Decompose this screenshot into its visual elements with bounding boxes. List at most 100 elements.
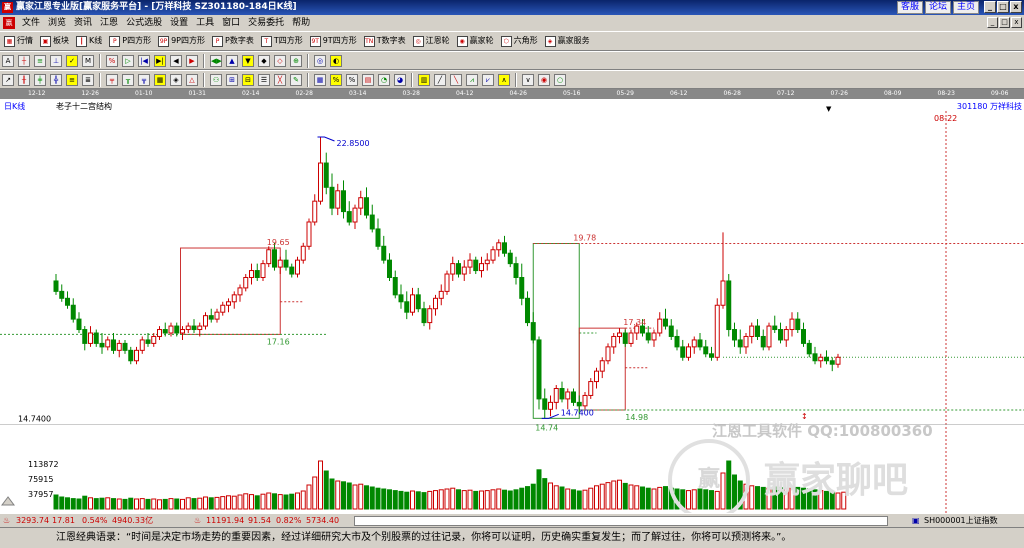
link-forum[interactable]: 论坛 <box>924 1 951 14</box>
link-home[interactable]: 主页 <box>952 1 979 14</box>
link-service[interactable]: 客服 <box>896 1 923 14</box>
nav-tool-1-icon[interactable]: ┼ <box>18 54 30 67</box>
draw-tool-31-icon[interactable]: ◉ <box>538 73 550 86</box>
draw-tool-0-icon[interactable]: ↗ <box>2 73 14 86</box>
nav-tool-9-icon[interactable]: ▶| <box>154 54 166 67</box>
nav-tool-14-icon[interactable]: ▼ <box>242 54 254 67</box>
draw-tool-25-icon[interactable]: ╱ <box>434 73 446 86</box>
draw-tool-23-icon[interactable]: ◕ <box>394 73 406 86</box>
draw-tool-17-icon[interactable]: ✎ <box>290 73 302 86</box>
draw-tool-20-icon[interactable]: % <box>346 73 358 86</box>
draw-tool-9-icon[interactable]: ▦ <box>154 73 166 86</box>
draw-tool-28-icon[interactable]: ⩗ <box>482 73 494 86</box>
nav-tool-18-icon[interactable]: ◎ <box>314 54 326 67</box>
draw-tool-21-icon[interactable]: ▤ <box>362 73 374 86</box>
candle-body <box>306 221 312 247</box>
draw-tool-11-icon[interactable]: △ <box>186 73 198 86</box>
draw-tool-15-icon[interactable]: ☰ <box>258 73 270 86</box>
range-box-1 <box>180 247 281 335</box>
draw-tool-2-icon[interactable]: ╪ <box>34 73 46 86</box>
nav-tool-6-icon[interactable]: % <box>106 54 118 67</box>
nav-tool-7-icon[interactable]: ▷ <box>122 54 134 67</box>
nav-tool-2-icon[interactable]: ≡ <box>34 54 46 67</box>
draw-tool-19-icon[interactable]: % <box>330 73 342 86</box>
draw-tool-7-icon[interactable]: ╥ <box>122 73 134 86</box>
mdi-close-button[interactable]: x <box>1011 17 1022 28</box>
draw-tool-1-icon[interactable]: ╫ <box>18 73 30 86</box>
draw-tool-32-icon[interactable]: ○ <box>554 73 566 86</box>
nav-tool-3-icon[interactable]: ⊥ <box>50 54 62 67</box>
9t-square-button[interactable]: 9T 9T四方形 <box>309 33 357 49</box>
menu-browse[interactable]: 浏览 <box>44 15 70 31</box>
p-square-button[interactable]: P P四方形 <box>109 33 151 49</box>
nav-tool-17-icon[interactable]: ⊕ <box>290 54 302 67</box>
gann-wheel-button[interactable]: ◎ 江恩轮 <box>412 33 450 49</box>
nav-tool-16-icon[interactable]: ◇ <box>274 54 286 67</box>
9p-square-button[interactable]: 9P 9P四方形 <box>158 33 205 49</box>
draw-tool-12-icon[interactable]: ⚇ <box>210 73 222 86</box>
nav-tool-10-icon[interactable]: ◀ <box>170 54 182 67</box>
draw-tool-5-icon[interactable]: ≣ <box>82 73 94 86</box>
candle-body <box>433 297 438 310</box>
hexagon-button[interactable]: ⬡ 六角形 <box>500 33 538 49</box>
draw-tool-29-icon[interactable]: ∧ <box>498 73 510 86</box>
nav-tool-8-icon[interactable]: |◀ <box>138 54 150 67</box>
toolbar-separator <box>411 72 413 87</box>
draw-tool-26-icon[interactable]: ╲ <box>450 73 462 86</box>
sh-pct: 0.54% <box>82 516 108 525</box>
mdi-minimize-button[interactable]: _ <box>987 17 998 28</box>
nav-tool-5-icon[interactable]: M <box>82 54 94 67</box>
kline-button[interactable]: ┃ K线 <box>76 33 102 49</box>
nav-tool-19-icon[interactable]: ◐ <box>330 54 342 67</box>
minimize-button[interactable]: _ <box>984 1 996 13</box>
menu-formula[interactable]: 公式选股 <box>122 15 166 31</box>
quotes-button[interactable]: ▦ 行情 <box>4 33 33 49</box>
status-scroll[interactable] <box>354 516 888 526</box>
volume-bar <box>254 495 260 510</box>
menu-gann[interactable]: 江恩 <box>96 15 122 31</box>
chart-area[interactable]: 12-12 12-26 01-10 01-31 02-14 02-28 03-14 03-28… <box>0 89 1024 513</box>
draw-tool-24-icon[interactable]: ▥ <box>418 73 430 86</box>
candle-body <box>341 190 346 213</box>
candle-body <box>139 339 145 351</box>
draw-tool-18-icon[interactable]: ▦ <box>314 73 326 86</box>
nav-tool-4-icon[interactable]: ✓ <box>66 54 78 67</box>
menu-window[interactable]: 窗口 <box>218 15 244 31</box>
draw-tool-4-icon[interactable]: ≡ <box>66 73 78 86</box>
draw-tool-6-icon[interactable]: ╤ <box>106 73 118 86</box>
dropdown-arrow-icon[interactable]: ▼ <box>826 105 831 113</box>
draw-tool-22-icon[interactable]: ◔ <box>378 73 390 86</box>
draw-tool-27-icon[interactable]: ⩘ <box>466 73 478 86</box>
winner-wheel-button[interactable]: ◉ 赢家轮 <box>456 33 494 49</box>
volume-bar <box>565 488 571 510</box>
menu-file[interactable]: 文件 <box>18 15 44 31</box>
draw-tool-3-icon[interactable]: ╬ <box>50 73 62 86</box>
close-button[interactable]: x <box>1010 1 1022 13</box>
nav-tool-0-icon[interactable]: A <box>2 54 14 67</box>
nav-tool-15-icon[interactable]: ◆ <box>258 54 270 67</box>
draw-tool-8-icon[interactable]: ╦ <box>138 73 150 86</box>
draw-tool-13-icon[interactable]: ⊞ <box>226 73 238 86</box>
t-number-table-button[interactable]: TN T数字表 <box>363 33 406 49</box>
nav-tool-12-icon[interactable]: ◀▶ <box>210 54 222 67</box>
menu-info[interactable]: 资讯 <box>70 15 96 31</box>
draw-tool-14-icon[interactable]: ⊟ <box>242 73 254 86</box>
candle-body <box>691 339 697 348</box>
nav-tool-11-icon[interactable]: ▶ <box>186 54 198 67</box>
draw-tool-16-icon[interactable]: ╳ <box>274 73 286 86</box>
menu-tools[interactable]: 工具 <box>192 15 218 31</box>
menu-settings[interactable]: 设置 <box>166 15 192 31</box>
mdi-restore-button[interactable]: □ <box>999 17 1010 28</box>
winner-service-button[interactable]: ◈ 赢家服务 <box>544 33 590 49</box>
draw-tool-30-icon[interactable]: ∨ <box>522 73 534 86</box>
menu-app-icon[interactable]: 赢 <box>3 17 15 29</box>
sectors-button[interactable]: ▣ 板块 <box>40 33 69 49</box>
menu-help[interactable]: 帮助 <box>288 15 314 31</box>
menu-trade[interactable]: 交易委托 <box>244 15 288 31</box>
maximize-button[interactable]: □ <box>997 1 1009 13</box>
candle-body <box>70 304 76 320</box>
draw-tool-10-icon[interactable]: ◈ <box>170 73 182 86</box>
nav-tool-13-icon[interactable]: ▲ <box>226 54 238 67</box>
p-number-table-button[interactable]: P P数字表 <box>212 33 254 49</box>
t-square-button[interactable]: T T四方形 <box>260 33 303 49</box>
